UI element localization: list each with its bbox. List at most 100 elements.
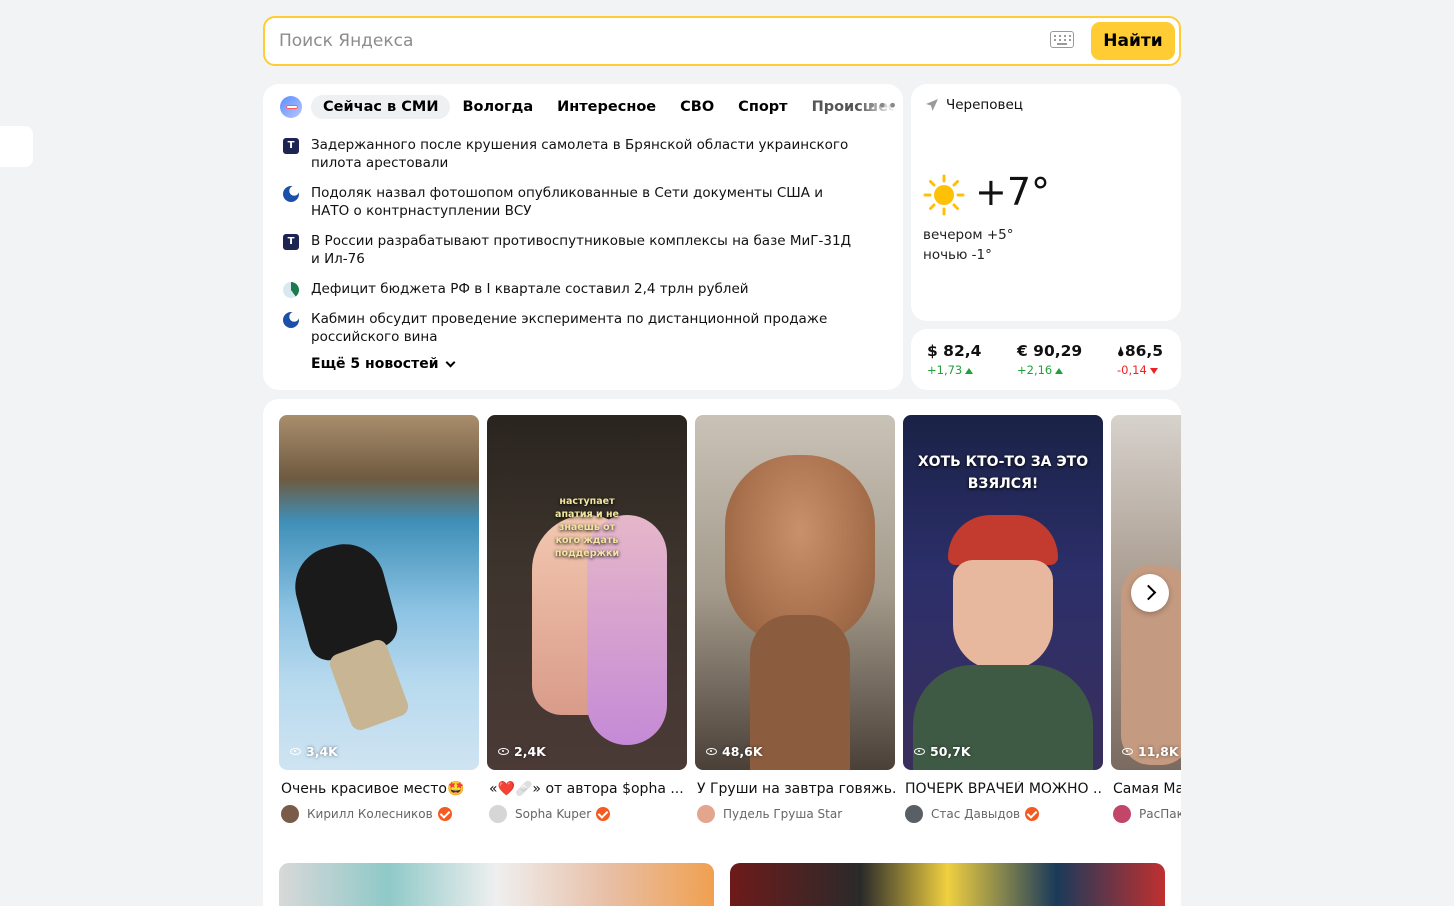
globe-icon (283, 312, 299, 328)
video-title[interactable]: ПОЧЕРК ВРАЧЕЙ МОЖНО ... (903, 781, 1103, 797)
news-item[interactable]: T Задержанного после крушения самолета в… (283, 136, 863, 172)
tab-vologda[interactable]: Вологда (450, 95, 545, 119)
news-headline[interactable]: Кабмин обсудит проведение эксперимента п… (311, 311, 827, 345)
video-title[interactable]: У Груши на завтра говяжь... (695, 781, 895, 797)
video-thumbnail[interactable]: ХОТЬ КТО-ТО ЗА ЭТО ВЗЯЛСЯ! 50,7K (903, 415, 1103, 770)
arrow-down-icon (1149, 368, 1158, 374)
verified-badge-icon (1025, 807, 1040, 821)
rate-value: 86,5 (1124, 342, 1164, 360)
video-overlay-text: ХОТЬ КТО-ТО ЗА ЭТО ВЗЯЛСЯ! (917, 454, 1089, 492)
video-card[interactable]: ХОТЬ КТО-ТО ЗА ЭТО ВЗЯЛСЯ! 50,7K ПОЧЕРК … (903, 415, 1103, 823)
arrow-up-icon (965, 368, 974, 374)
video-author[interactable]: РасПак (1111, 805, 1181, 823)
author-name: РасПак (1139, 807, 1181, 821)
video-title[interactable]: «❤️🩹» от автора $opha ... (487, 781, 687, 797)
tab-interesting[interactable]: Интересное (545, 95, 668, 119)
keyboard-icon[interactable] (1050, 31, 1074, 48)
rate-value-row: 🌢86,5 (1117, 342, 1163, 360)
video-card[interactable]: наступает апатия и не знаешь от кого жда… (487, 415, 687, 823)
rate-change-value: +2,16 (1017, 363, 1053, 377)
avatar (697, 805, 715, 823)
news-item[interactable]: Дефицит бюджета РФ в I квартале составил… (283, 280, 863, 298)
view-count: 2,4K (498, 744, 546, 759)
news-widget: Сейчас в СМИ Вологда Интересное СВО Спор… (263, 84, 903, 390)
author-name: Пудель Груша Star (723, 807, 843, 821)
search-input[interactable] (265, 18, 1035, 64)
video-author[interactable]: Пудель Груша Star (695, 805, 895, 823)
video-title[interactable]: Очень красивое место🤩 (279, 781, 479, 797)
video-thumbnail[interactable] (279, 863, 714, 906)
weather-evening: вечером +5° (923, 227, 1014, 243)
author-name: Стас Давыдов (931, 807, 1021, 821)
rate-change: +2,16 (1017, 363, 1082, 377)
chevron-down-icon (445, 357, 455, 367)
verified-badge-icon (437, 807, 452, 821)
news-headline[interactable]: Задержанного после крушения самолета в Б… (311, 137, 848, 171)
news-item[interactable]: Подоляк назвал фотошопом опубликованные … (283, 184, 863, 220)
video-overlay-text: наступает апатия и не знаешь от кого жда… (554, 496, 620, 559)
video-thumbnail[interactable]: 3,4K (279, 415, 479, 770)
carousel-next-button[interactable] (1131, 574, 1169, 612)
weather-temperature: +7° (975, 170, 1051, 214)
video-title[interactable]: Самая Ма (1111, 781, 1181, 797)
view-count: 3,4K (290, 744, 338, 759)
rate-change-value: +1,73 (927, 363, 963, 377)
oil-drop-icon: 🌢 (1117, 345, 1125, 360)
view-count: 48,6K (706, 744, 763, 759)
search-button[interactable]: Найти (1091, 22, 1175, 60)
video-thumbnail[interactable]: 48,6K (695, 415, 895, 770)
author-name: Кирилл Колесников (307, 807, 433, 821)
rate-value: € 90,29 (1017, 342, 1083, 360)
news-logo-icon[interactable] (280, 96, 302, 118)
news-headline[interactable]: Дефицит бюджета РФ в I квартале составил… (311, 281, 749, 297)
rate-change-value: -0,14 (1117, 363, 1147, 377)
t-letter-icon: T (283, 138, 299, 154)
rate-eur[interactable]: € 90,29 +2,16 (1017, 342, 1082, 377)
leaf-icon (283, 282, 299, 298)
rate-usd[interactable]: $ 82,4 +1,73 (927, 342, 981, 377)
avatar (489, 805, 507, 823)
globe-icon (283, 186, 299, 202)
news-headline[interactable]: Подоляк назвал фотошопом опубликованные … (311, 185, 823, 219)
weather-night: ночью -1° (923, 247, 992, 263)
news-item[interactable]: Кабмин обсудит проведение эксперимента п… (283, 310, 863, 346)
eye-icon (1122, 748, 1133, 755)
news-item[interactable]: T В России разрабатывают противоспутнико… (283, 232, 863, 268)
video-thumbnail[interactable]: наступает апатия и не знаешь от кого жда… (487, 415, 687, 770)
video-author[interactable]: Кирилл Колесников (279, 805, 479, 823)
video-thumbnail[interactable] (730, 863, 1165, 906)
video-author[interactable]: Sophа Kuper (487, 805, 687, 823)
avatar (1113, 805, 1131, 823)
weather-city[interactable]: Череповец (946, 97, 1023, 113)
eye-icon (706, 748, 717, 755)
arrow-up-icon (1055, 368, 1064, 374)
eye-icon (498, 748, 509, 755)
more-news-label: Ещё 5 новостей (311, 356, 439, 372)
avatar (281, 805, 299, 823)
tab-now-in-media[interactable]: Сейчас в СМИ (311, 95, 451, 119)
more-tabs-icon[interactable]: ••• (867, 96, 898, 115)
rate-change: -0,14 (1117, 363, 1163, 377)
avatar (905, 805, 923, 823)
rate-value: $ 82,4 (927, 342, 982, 360)
tab-svo[interactable]: СВО (668, 95, 726, 119)
author-name: Sophа Kuper (515, 807, 592, 821)
verified-badge-icon (596, 807, 611, 821)
news-headline[interactable]: В России разрабатывают противоспутниковы… (311, 233, 851, 267)
view-count: 50,7K (914, 744, 971, 759)
eye-icon (914, 748, 925, 755)
weather-widget[interactable]: Череповец +7° вечером +5° ночью -1° (911, 84, 1181, 321)
video-card[interactable]: 3,4K Очень красивое место🤩 Кирилл Колесн… (279, 415, 479, 823)
news-list: T Задержанного после крушения самолета в… (283, 136, 863, 358)
location-arrow-icon (926, 99, 938, 111)
rate-oil[interactable]: 🌢86,5 -0,14 (1117, 342, 1163, 377)
view-count: 11,8K (1122, 744, 1179, 759)
news-tabs: Сейчас в СМИ Вологда Интересное СВО Спор… (311, 94, 896, 120)
video-card[interactable]: 11,8K Самая Ма РасПак (1111, 415, 1181, 823)
tab-sport[interactable]: Спорт (726, 95, 799, 119)
video-feed: 3,4K Очень красивое место🤩 Кирилл Колесн… (263, 399, 1181, 906)
video-card[interactable]: 48,6K У Груши на завтра говяжь... Пудель… (695, 415, 895, 823)
side-panel-tab[interactable] (0, 126, 33, 167)
video-author[interactable]: Стас Давыдов (903, 805, 1103, 823)
more-news-button[interactable]: Ещё 5 новостей (311, 356, 455, 372)
